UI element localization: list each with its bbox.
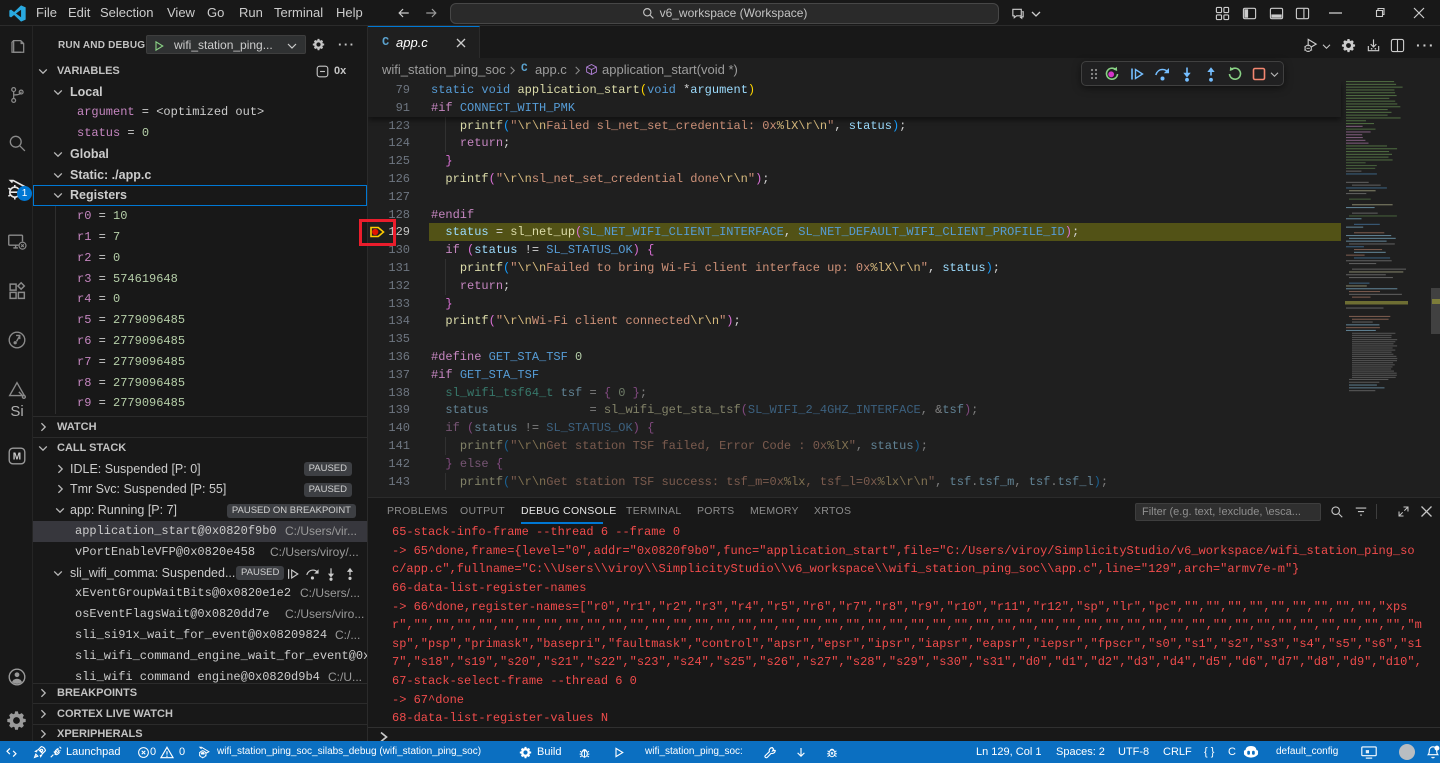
svg-text:M: M xyxy=(13,452,21,463)
